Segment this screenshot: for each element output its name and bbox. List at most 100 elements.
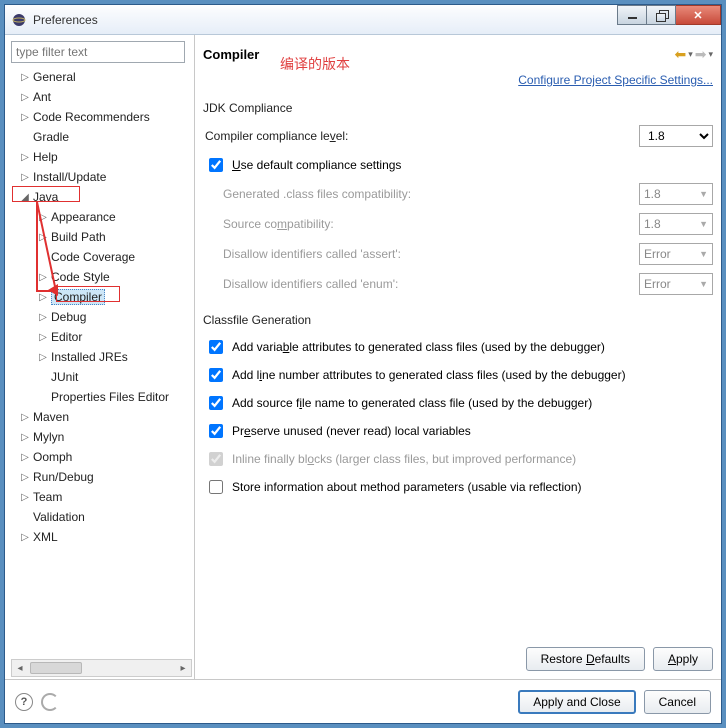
use-default-checkbox[interactable] bbox=[209, 158, 223, 172]
cg-store-params-label: Store information about method parameter… bbox=[232, 480, 582, 494]
tree-node-maven[interactable]: ▷Maven bbox=[11, 407, 192, 427]
tree-node-code-recommenders[interactable]: ▷Code Recommenders bbox=[11, 107, 192, 127]
tree-twisty-icon[interactable]: ▷ bbox=[19, 412, 31, 423]
tree-twisty-icon[interactable]: ▷ bbox=[19, 472, 31, 483]
tree-label: General bbox=[33, 70, 76, 84]
cg-store-params-checkbox[interactable] bbox=[209, 480, 223, 494]
apply-and-close-button[interactable]: Apply and Close bbox=[518, 690, 635, 714]
tree-twisty-icon[interactable]: ▷ bbox=[19, 532, 31, 543]
tree-twisty-icon[interactable]: ▷ bbox=[19, 72, 31, 83]
nav-arrows: ⬅ ▾ ➡ ▾ bbox=[674, 46, 713, 63]
tree-node-xml[interactable]: ▷XML bbox=[11, 527, 192, 547]
scroll-right-icon[interactable]: ▸ bbox=[175, 663, 191, 674]
tree-node-code-style[interactable]: ▷Code Style bbox=[11, 267, 192, 287]
eclipse-icon bbox=[11, 12, 27, 28]
tree-twisty-icon[interactable]: ▷ bbox=[19, 152, 31, 163]
tree-label: Oomph bbox=[33, 450, 72, 464]
cg-inline-checkbox bbox=[209, 452, 223, 466]
cg-preserve-label: Preserve unused (never read) local varia… bbox=[232, 424, 471, 438]
tree-label: Validation bbox=[33, 510, 85, 524]
tree-label: Code Style bbox=[51, 270, 110, 284]
gen-class-label: Generated .class files compatibility: bbox=[223, 187, 639, 201]
disallow-assert-label: Disallow identifiers called 'assert': bbox=[223, 247, 639, 261]
tree-label: Properties Files Editor bbox=[51, 390, 169, 404]
tree-label: JUnit bbox=[51, 370, 78, 384]
preferences-tree[interactable]: ▷General▷Ant▷Code RecommendersGradle▷Hel… bbox=[11, 67, 192, 659]
tree-twisty-icon[interactable]: ▷ bbox=[19, 92, 31, 103]
tree-node-build-path[interactable]: ▷Build Path bbox=[11, 227, 192, 247]
tree-twisty-icon[interactable]: ▷ bbox=[19, 112, 31, 123]
cg-source-file-label: Add source file name to generated class … bbox=[232, 396, 592, 410]
tree-node-properties-files-editor[interactable]: Properties Files Editor bbox=[11, 387, 192, 407]
cg-var-attrs-checkbox[interactable] bbox=[209, 340, 223, 354]
tree-label: Build Path bbox=[51, 230, 106, 244]
tree-node-ant[interactable]: ▷Ant bbox=[11, 87, 192, 107]
tree-node-junit[interactable]: JUnit bbox=[11, 367, 192, 387]
tree-twisty-icon[interactable]: ▷ bbox=[19, 452, 31, 463]
tree-label: Editor bbox=[51, 330, 82, 344]
window-title: Preferences bbox=[33, 13, 618, 27]
tree-twisty-icon[interactable]: ▷ bbox=[37, 272, 49, 283]
tree-twisty-icon[interactable]: ▷ bbox=[19, 432, 31, 443]
tree-node-debug[interactable]: ▷Debug bbox=[11, 307, 192, 327]
titlebar[interactable]: Preferences bbox=[5, 5, 721, 35]
tree-node-help[interactable]: ▷Help bbox=[11, 147, 192, 167]
tree-twisty-icon[interactable]: ▷ bbox=[37, 312, 49, 323]
progress-icon[interactable] bbox=[41, 693, 59, 711]
tree-label: Gradle bbox=[33, 130, 69, 144]
apply-button[interactable]: Apply bbox=[653, 647, 713, 671]
nav-forward-icon[interactable]: ➡ bbox=[695, 46, 707, 63]
sidebar: ▷General▷Ant▷Code RecommendersGradle▷Hel… bbox=[5, 35, 195, 679]
tree-node-oomph[interactable]: ▷Oomph bbox=[11, 447, 192, 467]
tree-label: XML bbox=[33, 530, 58, 544]
scroll-thumb[interactable] bbox=[30, 662, 82, 674]
annotation-arrow-icon bbox=[48, 284, 60, 296]
tree-node-install-update[interactable]: ▷Install/Update bbox=[11, 167, 192, 187]
tree-label: Installed JREs bbox=[51, 350, 128, 364]
jdk-compliance-heading: JDK Compliance bbox=[203, 101, 713, 115]
use-default-checkbox-row: Use default compliance settings bbox=[203, 155, 713, 175]
nav-forward-menu-icon[interactable]: ▾ bbox=[708, 49, 713, 60]
source-compat-label: Source compatibility: bbox=[223, 217, 639, 231]
tree-node-code-coverage[interactable]: Code Coverage bbox=[11, 247, 192, 267]
page-title: Compiler bbox=[203, 47, 674, 62]
restore-defaults-button[interactable]: Restore Defaults bbox=[526, 647, 645, 671]
minimize-button[interactable] bbox=[617, 5, 647, 25]
tree-node-installed-jres[interactable]: ▷Installed JREs bbox=[11, 347, 192, 367]
help-icon[interactable]: ? bbox=[15, 693, 33, 711]
tree-label: Help bbox=[33, 150, 58, 164]
tree-twisty-icon[interactable]: ▷ bbox=[37, 352, 49, 363]
dialog-footer: ? Apply and Close Cancel bbox=[5, 679, 721, 723]
compliance-level-select[interactable]: 1.8 bbox=[639, 125, 713, 147]
scroll-left-icon[interactable]: ◂ bbox=[12, 663, 28, 674]
nav-back-menu-icon[interactable]: ▾ bbox=[688, 49, 693, 60]
tree-node-run-debug[interactable]: ▷Run/Debug bbox=[11, 467, 192, 487]
window-buttons bbox=[618, 5, 721, 27]
cancel-button[interactable]: Cancel bbox=[644, 690, 711, 714]
cg-line-num-checkbox[interactable] bbox=[209, 368, 223, 382]
horizontal-scrollbar[interactable]: ◂ ▸ bbox=[11, 659, 192, 677]
close-button[interactable] bbox=[675, 5, 721, 25]
filter-input[interactable] bbox=[11, 41, 185, 63]
content-area: ▷General▷Ant▷Code RecommendersGradle▷Hel… bbox=[5, 35, 721, 679]
tree-node-mylyn[interactable]: ▷Mylyn bbox=[11, 427, 192, 447]
tree-twisty-icon[interactable]: ▷ bbox=[37, 332, 49, 343]
cg-source-file-checkbox[interactable] bbox=[209, 396, 223, 410]
tree-node-editor[interactable]: ▷Editor bbox=[11, 327, 192, 347]
compliance-level-label: Compiler compliance level: bbox=[205, 129, 639, 143]
tree-label: Mylyn bbox=[33, 430, 64, 444]
tree-twisty-icon[interactable]: ▷ bbox=[19, 492, 31, 503]
source-compat-select: 1.8▼ bbox=[639, 213, 713, 235]
tree-node-gradle[interactable]: Gradle bbox=[11, 127, 192, 147]
disallow-enum-label: Disallow identifiers called 'enum': bbox=[223, 277, 639, 291]
tree-label: Run/Debug bbox=[33, 470, 94, 484]
nav-back-icon[interactable]: ⬅ bbox=[674, 46, 686, 63]
cg-preserve-checkbox[interactable] bbox=[209, 424, 223, 438]
tree-twisty-icon[interactable]: ▷ bbox=[19, 172, 31, 183]
tree-node-validation[interactable]: Validation bbox=[11, 507, 192, 527]
configure-project-link[interactable]: Configure Project Specific Settings... bbox=[203, 73, 713, 87]
maximize-button[interactable] bbox=[646, 5, 676, 25]
tree-node-general[interactable]: ▷General bbox=[11, 67, 192, 87]
tree-node-team[interactable]: ▷Team bbox=[11, 487, 192, 507]
classfile-gen-heading: Classfile Generation bbox=[203, 313, 713, 327]
